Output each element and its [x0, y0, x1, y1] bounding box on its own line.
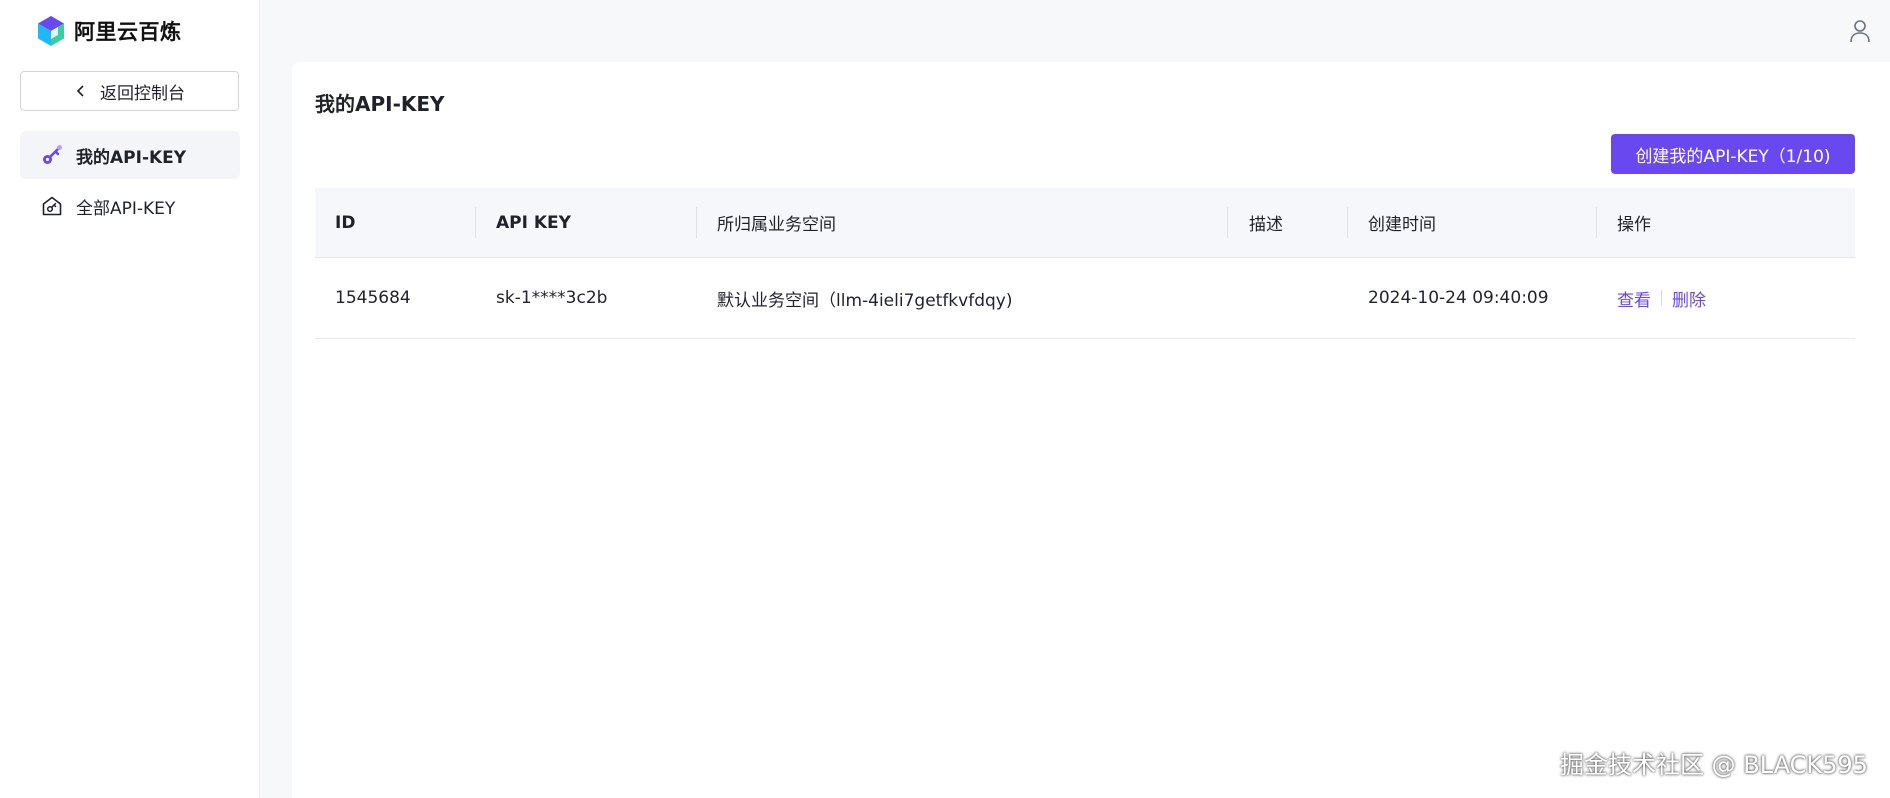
sidebar-item-all-api-key[interactable]: 全部API-KEY [20, 182, 240, 230]
sidebar-item-label: 全部API-KEY [76, 198, 176, 219]
delete-link[interactable]: 删除 [1672, 286, 1706, 311]
table-row: 1545684 sk-1****3c2b 默认业务空间（llm-4ieli7ge… [315, 258, 1855, 339]
api-key-table: ID API KEY 所归属业务空间 描述 创建时间 操作 1545684 sk… [315, 188, 1855, 339]
watermark: 掘金技术社区 @ BLACK595 [1560, 751, 1868, 779]
table-header: ID API KEY 所归属业务空间 描述 创建时间 操作 [315, 188, 1855, 258]
brand-logo-icon [38, 16, 64, 46]
key-icon [43, 145, 62, 164]
create-api-key-button[interactable]: 创建我的API-KEY（1/10) [1611, 134, 1855, 174]
cell-id: 1545684 [335, 288, 411, 308]
sidebar-nav: 我的API-KEY 全部API-KEY [20, 131, 240, 233]
column-header-created-time: 创建时间 [1368, 215, 1436, 235]
action-divider [1661, 290, 1662, 306]
sidebar-item-label: 我的API-KEY [76, 147, 187, 168]
brand[interactable]: 阿里云百炼 [36, 14, 182, 48]
user-icon [1850, 20, 1870, 43]
column-separator[interactable] [696, 207, 697, 238]
sidebar-item-my-api-key[interactable]: 我的API-KEY [20, 131, 240, 179]
column-header-workspace: 所归属业务空间 [717, 215, 836, 235]
column-header-actions: 操作 [1617, 215, 1651, 235]
cell-created-time: 2024-10-24 09:40:09 [1368, 288, 1549, 308]
chevron-left-icon [76, 85, 84, 97]
column-separator[interactable] [1596, 207, 1597, 238]
cell-api-key: sk-1****3c2b [496, 288, 608, 308]
cell-actions: 查看 删除 [1617, 258, 1706, 338]
main-card: 我的API-KEY 创建我的API-KEY（1/10) ID API KEY 所… [292, 62, 1890, 798]
sidebar: 阿里云百炼 返回控制台 我的API-KEY 全部API-KEY [0, 0, 260, 798]
cell-workspace: 默认业务空间（llm-4ieli7getfkvfdqy) [717, 290, 1013, 311]
column-header-description: 描述 [1249, 215, 1283, 235]
back-to-console-label: 返回控制台 [100, 83, 185, 104]
column-separator[interactable] [1227, 207, 1228, 238]
view-link[interactable]: 查看 [1617, 286, 1651, 311]
brand-name: 阿里云百炼 [74, 20, 182, 44]
table-body: 1545684 sk-1****3c2b 默认业务空间（llm-4ieli7ge… [315, 258, 1855, 339]
page-title: 我的API-KEY [315, 92, 445, 116]
app-root: 阿里云百炼 返回控制台 我的API-KEY 全部API-KEY 我的API-KE… [0, 0, 1890, 798]
column-separator[interactable] [475, 207, 476, 238]
column-separator[interactable] [1347, 207, 1348, 238]
house-key-icon [42, 196, 62, 216]
column-header-id: ID [335, 212, 356, 233]
back-to-console-button[interactable]: 返回控制台 [20, 71, 239, 111]
user-avatar-icon[interactable] [1848, 18, 1872, 44]
column-header-api-key: API KEY [496, 212, 571, 233]
